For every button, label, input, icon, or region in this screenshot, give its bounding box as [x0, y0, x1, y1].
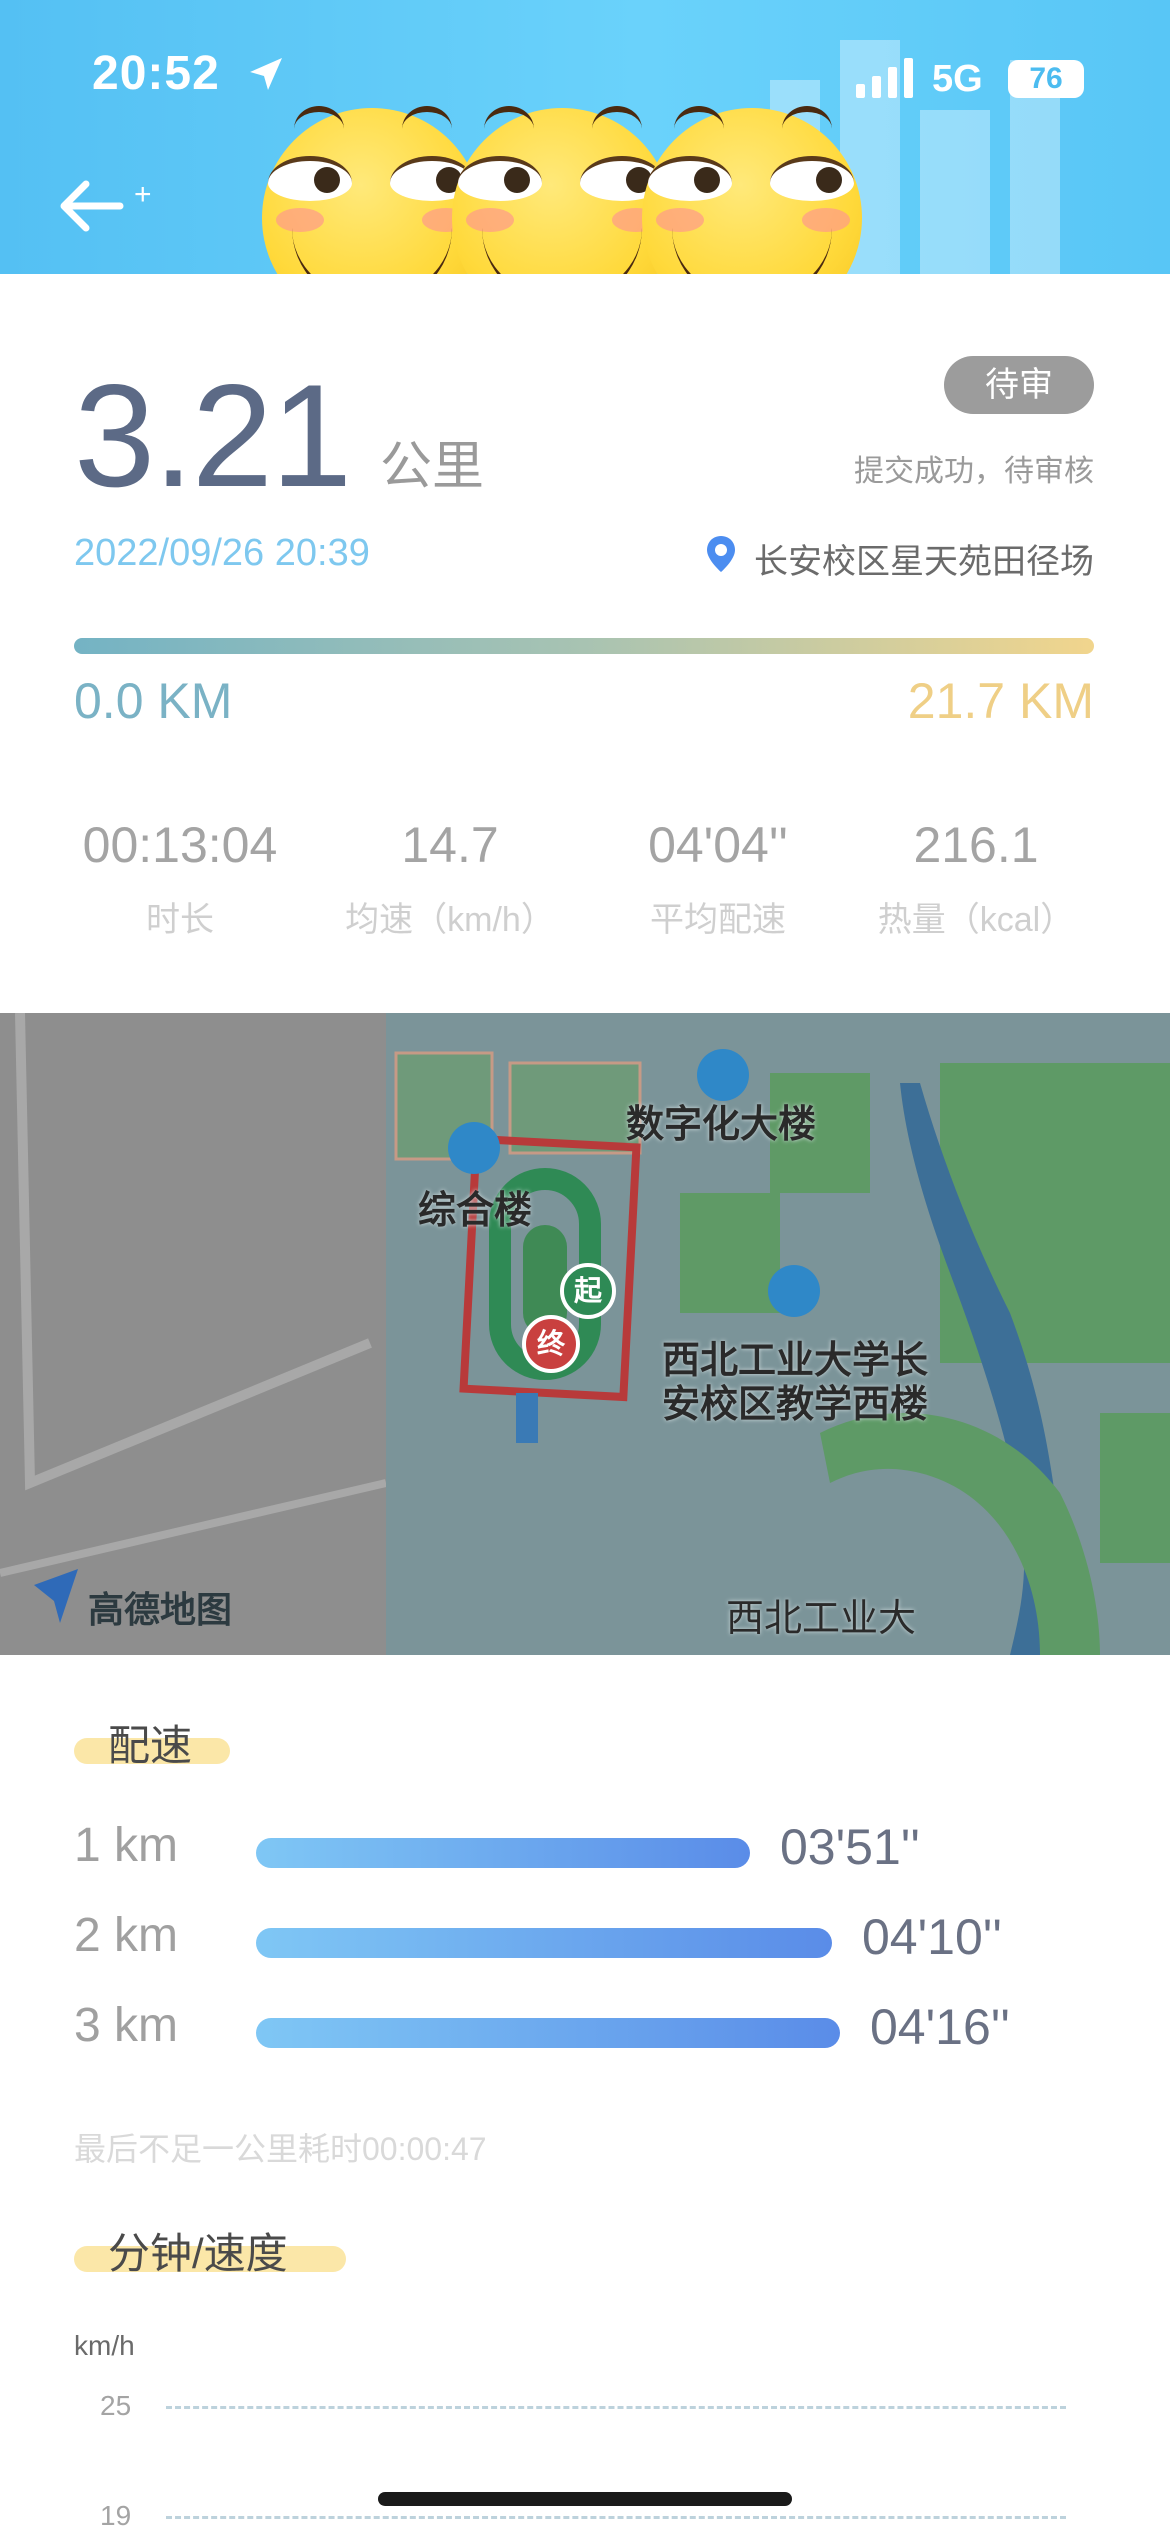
location-arrow-icon	[250, 58, 282, 90]
end-marker: 终	[522, 1315, 580, 1373]
signal-icon	[856, 58, 913, 98]
pace-value: 04'16''	[870, 1999, 1010, 2055]
start-marker: 起	[560, 1263, 616, 1319]
distance-range-bar	[74, 638, 1094, 654]
speed-chart-title: 分钟/速度	[108, 2230, 288, 2277]
sticker-emoji-face	[262, 106, 482, 274]
pace-row: 1 km 03'51''	[74, 1818, 1114, 1878]
pace-row: 3 km 04'16''	[74, 1998, 1114, 2058]
stat-value: 216.1	[913, 817, 1039, 873]
stat-avg-speed: 14.7 均速（km/h）	[320, 816, 580, 941]
run-location: 长安校区星天苑田径场	[754, 543, 1094, 581]
map-provider-text: 高德地图	[88, 1589, 233, 1630]
pace-km-label: 1 km	[74, 1819, 179, 1872]
pace-row: 2 km 04'10''	[74, 1908, 1114, 1968]
pace-note: 最后不足一公里耗时00:00:47	[74, 2131, 487, 2167]
map-label-university: 西北工业大	[726, 1598, 917, 1640]
sparkle-icon: +	[134, 178, 152, 211]
sticker-emoji-face	[642, 106, 862, 274]
range-max-label: 21.7 KM	[907, 673, 1094, 729]
speed-chart-unit: km/h	[74, 2330, 135, 2361]
pace-bar	[256, 1838, 750, 1868]
stat-value: 14.7	[401, 817, 499, 873]
pace-bar	[256, 2018, 840, 2048]
speed-chart-gridline	[166, 2406, 1066, 2409]
distance-unit: 公里	[380, 438, 485, 496]
range-min-label: 0.0 KM	[74, 673, 233, 729]
pace-value: 03'51''	[780, 1819, 920, 1875]
map-graphic	[0, 1013, 1170, 1655]
stat-calories: 216.1 热量（kcal）	[846, 816, 1106, 941]
status-text: 提交成功，待审核	[854, 455, 1094, 488]
speed-chart-gridline	[166, 2516, 1066, 2519]
pace-km-label: 3 km	[74, 1999, 179, 2052]
stat-duration: 00:13:04 时长	[50, 816, 310, 941]
stat-label: 时长	[146, 901, 214, 939]
pace-bar	[256, 1928, 832, 1958]
stat-value: 04'04''	[648, 817, 788, 873]
speed-chart-tick: 25	[100, 2390, 132, 2421]
route-map[interactable]: 数字化大楼 综合楼 西北工业大学长 安校区教学西楼 西北工业大 起 终 高德地图	[0, 1013, 1170, 1655]
map-label-teaching-building: 西北工业大学长 安校区教学西楼	[662, 1340, 929, 1426]
run-datetime: 2022/09/26 20:39	[74, 532, 370, 574]
location-pin-icon	[707, 536, 735, 572]
sticker-emoji-face	[452, 106, 672, 274]
distance-value: 3.21	[74, 354, 352, 517]
status-time: 20:52	[92, 47, 220, 100]
network-type: 5G	[932, 58, 983, 100]
map-label-complex-building: 综合楼	[418, 1190, 533, 1232]
pace-value: 04'10''	[862, 1909, 1002, 1965]
pace-title: 配速	[108, 1722, 193, 1769]
header-banner: 20:52 5G 76 +	[0, 0, 1170, 274]
stat-label: 热量（kcal）	[877, 901, 1075, 939]
status-badge: 待审	[944, 356, 1094, 414]
pace-km-label: 2 km	[74, 1909, 179, 1962]
home-indicator[interactable]	[378, 2492, 792, 2506]
back-arrow-icon[interactable]	[56, 178, 126, 234]
stat-label: 平均配速	[650, 901, 786, 939]
battery-indicator: 76	[1008, 60, 1084, 98]
map-provider-logo: 高德地图	[28, 1581, 232, 1633]
stat-label: 均速（km/h）	[345, 901, 555, 939]
stat-avg-pace: 04'04'' 平均配速	[588, 816, 848, 941]
map-label-digital-building: 数字化大楼	[626, 1104, 817, 1146]
speed-chart-tick: 19	[100, 2500, 132, 2531]
stat-value: 00:13:04	[82, 817, 278, 873]
